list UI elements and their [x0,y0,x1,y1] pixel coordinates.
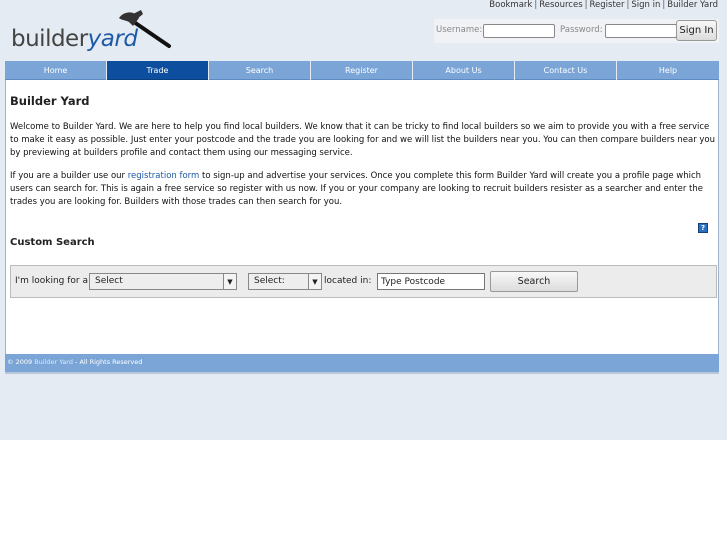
registration-form-link[interactable]: registration form [128,171,200,181]
nav-trade[interactable]: Trade [107,61,208,80]
radius-select[interactable]: Select: ▼ [248,273,322,290]
footer-brand-link[interactable]: Builder Yard [34,358,73,366]
page-title: Builder Yard [10,94,90,108]
trade-select[interactable]: Select ▼ [89,273,237,290]
bookmark-link[interactable]: Bookmark [489,0,532,10]
builder-paragraph: If you are a builder use our registratio… [10,171,703,207]
nav-register[interactable]: Register [311,61,412,80]
top-links: Bookmark | Resources | Register | Sign in | Buil… [489,0,718,10]
username-label: Username: [436,25,483,35]
chevron-down-icon: ▼ [223,274,236,289]
footer: © 2009 Builder Yard - All Rights Reserve… [5,354,719,374]
password-label: Password: [560,25,603,35]
login-form: Username: Password: Sign In [434,19,719,43]
main-content: Builder Yard Welcome to Builder Yard. We… [5,80,719,354]
username-input[interactable] [483,24,555,38]
intro-paragraph: Welcome to Builder Yard. We are here to … [10,122,716,158]
nav-help[interactable]: Help [617,61,719,80]
register-link[interactable]: Register [590,0,625,10]
builder-yard-link[interactable]: Builder Yard [667,0,718,10]
custom-search-title: Custom Search [10,237,95,248]
sign-in-button[interactable]: Sign In [676,20,717,41]
hammer-icon [119,10,171,48]
help-icon[interactable]: ? [698,223,708,233]
main-nav: Home Trade Search Register About Us Cont… [5,61,719,80]
nav-search[interactable]: Search [209,61,310,80]
search-button[interactable]: Search [490,271,578,292]
resources-link[interactable]: Resources [539,0,582,10]
nav-home[interactable]: Home [5,61,106,80]
custom-search-bar: I'm looking for a: Select ▼ Select: ▼ lo… [10,265,717,298]
password-input[interactable] [605,24,677,38]
postcode-input[interactable] [377,273,485,290]
nav-about-us[interactable]: About Us [413,61,514,80]
sign-in-link[interactable]: Sign in [631,0,660,10]
nav-contact-us[interactable]: Contact Us [515,61,616,80]
located-in-label: located in: [324,276,372,286]
site-logo[interactable]: builderyard [11,10,171,55]
page: Bookmark | Resources | Register | Sign in | Buil… [0,0,727,440]
looking-for-label: I'm looking for a: [15,276,92,286]
chevron-down-icon: ▼ [308,274,321,289]
